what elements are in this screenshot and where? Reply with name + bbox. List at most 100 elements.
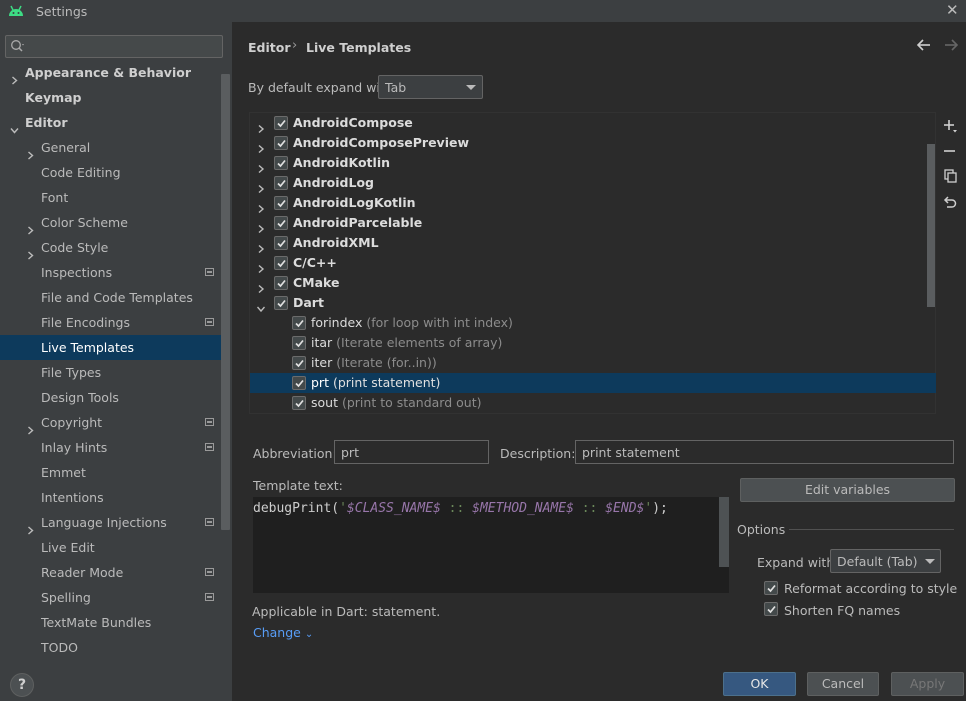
template-row[interactable]: itar (Iterate elements of array) xyxy=(250,333,936,353)
sidebar-item-spelling[interactable]: Spelling xyxy=(0,585,230,610)
template-enabled-checkbox[interactable] xyxy=(274,216,288,230)
chevron-right-icon[interactable] xyxy=(257,239,265,254)
settings-search[interactable] xyxy=(5,35,223,58)
breadcrumb-editor[interactable]: Editor xyxy=(248,40,291,55)
template-name: CMake xyxy=(293,275,340,290)
back-arrow-icon[interactable] xyxy=(916,38,932,52)
sidebar-item-todo[interactable]: TODO xyxy=(0,635,230,660)
chevron-right-icon[interactable] xyxy=(257,219,265,234)
sidebar-item-reader-mode[interactable]: Reader Mode xyxy=(0,560,230,585)
chevron-down-icon[interactable] xyxy=(256,299,266,313)
template-enabled-checkbox[interactable] xyxy=(274,256,288,270)
sidebar-item-code-editing[interactable]: Code Editing xyxy=(0,160,230,185)
sidebar-item-color-scheme[interactable]: Color Scheme xyxy=(0,210,230,235)
sidebar-item-font[interactable]: Font xyxy=(0,185,230,210)
abbreviation-input[interactable] xyxy=(334,440,489,464)
template-row[interactable]: iter (Iterate (for..in)) xyxy=(250,353,936,373)
template-name: AndroidParcelable xyxy=(293,215,423,230)
templates-scrollbar[interactable] xyxy=(927,144,935,307)
templates-list[interactable]: AndroidCompose AndroidComposePreview Andro… xyxy=(249,112,936,414)
chevron-down-icon[interactable] xyxy=(10,118,19,134)
cancel-button[interactable]: Cancel xyxy=(807,672,879,696)
chevron-right-icon[interactable] xyxy=(257,139,265,154)
template-enabled-checkbox[interactable] xyxy=(292,336,306,350)
copy-icon[interactable] xyxy=(942,168,958,184)
sidebar-item-inlay-hints[interactable]: Inlay Hints xyxy=(0,435,230,460)
template-enabled-checkbox[interactable] xyxy=(274,116,288,130)
template-group-row[interactable]: C/C++ xyxy=(250,253,936,274)
sidebar-item-general[interactable]: General xyxy=(0,135,230,160)
sidebar-item-copyright[interactable]: Copyright xyxy=(0,410,230,435)
sidebar-item-file-types[interactable]: File Types xyxy=(0,360,230,385)
chevron-right-icon[interactable] xyxy=(10,68,19,85)
chevron-right-icon[interactable] xyxy=(26,243,35,260)
template-text-editor[interactable]: debugPrint('$CLASS_NAME$ :: $METHOD_NAME… xyxy=(253,497,729,593)
restore-icon[interactable] xyxy=(942,194,958,210)
sidebar-item-textmate-bundles[interactable]: TextMate Bundles xyxy=(0,610,230,635)
chevron-right-icon[interactable] xyxy=(257,199,265,214)
chevron-right-icon[interactable] xyxy=(26,143,35,160)
close-icon[interactable]: ✕ xyxy=(946,1,959,19)
sidebar-item-appearance-behavior[interactable]: Appearance & Behavior xyxy=(0,60,230,85)
chevron-right-icon[interactable] xyxy=(26,418,35,435)
template-group-row[interactable]: Dart xyxy=(250,293,936,313)
ok-button[interactable]: OK xyxy=(723,672,796,696)
sidebar-item-design-tools[interactable]: Design Tools xyxy=(0,385,230,410)
change-context-link[interactable]: Change ⌄ xyxy=(253,625,313,640)
sidebar-item-file-encodings[interactable]: File Encodings xyxy=(0,310,230,335)
template-row[interactable]: sout (print to standard out) xyxy=(250,393,936,413)
template-enabled-checkbox[interactable] xyxy=(274,296,288,310)
template-enabled-checkbox[interactable] xyxy=(274,136,288,150)
search-input[interactable] xyxy=(28,38,218,55)
sidebar-item-live-templates[interactable]: Live Templates xyxy=(0,335,230,360)
template-enabled-checkbox[interactable] xyxy=(274,176,288,190)
chevron-right-icon[interactable] xyxy=(257,119,265,134)
expand-default-dropdown[interactable]: Tab xyxy=(378,75,483,99)
editor-scrollbar[interactable] xyxy=(719,497,729,567)
sidebar-item-language-injections[interactable]: Language Injections xyxy=(0,510,230,535)
template-enabled-checkbox[interactable] xyxy=(292,396,306,410)
description-input[interactable] xyxy=(575,440,954,464)
sidebar-item-file-and-code-templates[interactable]: File and Code Templates xyxy=(0,285,230,310)
chevron-right-icon[interactable] xyxy=(26,218,35,235)
shorten-fq-checkbox[interactable] xyxy=(764,602,778,616)
chevron-right-icon[interactable] xyxy=(257,279,265,294)
template-group-row[interactable]: AndroidLogKotlin xyxy=(250,193,936,214)
chevron-right-icon[interactable] xyxy=(257,179,265,194)
template-group-row[interactable]: AndroidKotlin xyxy=(250,153,936,174)
template-enabled-checkbox[interactable] xyxy=(274,156,288,170)
template-row[interactable]: forindex (for loop with int index) xyxy=(250,313,936,333)
template-enabled-checkbox[interactable] xyxy=(292,316,306,330)
template-group-row[interactable]: AndroidLog xyxy=(250,173,936,194)
template-group-row[interactable]: AndroidCompose xyxy=(250,113,936,134)
sidebar-scrollbar[interactable] xyxy=(221,74,230,530)
sidebar-item-live-edit[interactable]: Live Edit xyxy=(0,535,230,560)
template-enabled-checkbox[interactable] xyxy=(292,356,306,370)
template-enabled-checkbox[interactable] xyxy=(292,376,306,390)
sidebar-item-intentions[interactable]: Intentions xyxy=(0,485,230,510)
template-group-row[interactable]: AndroidComposePreview xyxy=(250,133,936,154)
expand-with-dropdown[interactable]: Default (Tab) xyxy=(830,549,941,573)
sidebar-item-keymap[interactable]: Keymap xyxy=(0,85,230,110)
template-group-row[interactable]: AndroidParcelable xyxy=(250,213,936,234)
apply-button[interactable]: Apply xyxy=(891,672,964,696)
template-group-row[interactable]: AndroidXML xyxy=(250,233,936,254)
chevron-right-icon[interactable] xyxy=(257,159,265,174)
sidebar-item-editor[interactable]: Editor xyxy=(0,110,230,135)
template-enabled-checkbox[interactable] xyxy=(274,236,288,250)
reformat-checkbox[interactable] xyxy=(764,581,778,595)
sidebar-item-code-style[interactable]: Code Style xyxy=(0,235,230,260)
remove-icon[interactable] xyxy=(942,143,958,159)
forward-arrow-icon[interactable] xyxy=(943,38,959,52)
template-enabled-checkbox[interactable] xyxy=(274,276,288,290)
sidebar-item-emmet[interactable]: Emmet xyxy=(0,460,230,485)
help-button[interactable]: ? xyxy=(10,673,34,697)
sidebar-item-inspections[interactable]: Inspections xyxy=(0,260,230,285)
template-enabled-checkbox[interactable] xyxy=(274,196,288,210)
template-group-row[interactable]: CMake xyxy=(250,273,936,294)
edit-variables-button[interactable]: Edit variables xyxy=(740,478,955,502)
chevron-right-icon[interactable] xyxy=(26,518,35,535)
chevron-right-icon[interactable] xyxy=(257,259,265,274)
add-icon[interactable] xyxy=(942,118,958,134)
template-row[interactable]: prt (print statement) xyxy=(250,373,936,393)
